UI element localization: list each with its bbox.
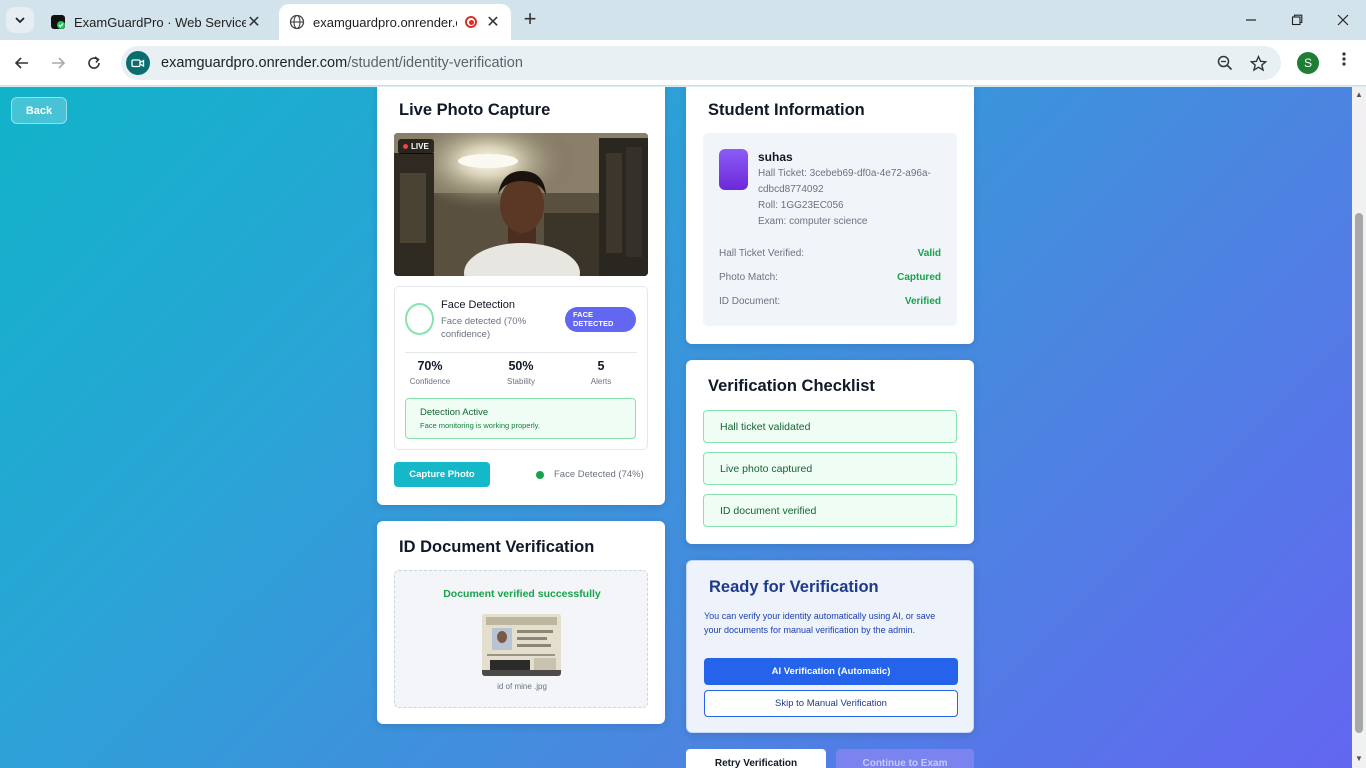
tab-examguardpro-onrender[interactable]: examguardpro.onrender.com ✕ bbox=[279, 4, 511, 40]
identity-verification-page: Back Live Photo Capture LIVE Face Detect… bbox=[0, 87, 1352, 768]
continue-to-exam-button[interactable]: Continue to Exam bbox=[836, 749, 974, 768]
detection-active-notice: Detection Active Face monitoring is work… bbox=[405, 398, 636, 439]
new-tab-button[interactable]: + bbox=[518, 8, 542, 32]
close-tab-icon[interactable]: ✕ bbox=[246, 12, 262, 32]
face-detection-panel: Face Detection Face detected (70% confid… bbox=[394, 286, 648, 450]
live-photo-card: Live Photo Capture LIVE Face Detection F… bbox=[377, 87, 665, 505]
forward-nav-button[interactable] bbox=[46, 51, 70, 75]
arrow-right-icon bbox=[52, 57, 66, 69]
id-document-card: ID Document Verification Document verifi… bbox=[377, 521, 665, 724]
id-document-thumbnail[interactable] bbox=[482, 614, 561, 676]
ready-title: Ready for Verification bbox=[709, 578, 879, 596]
checklist-item: ID document verified bbox=[703, 494, 957, 527]
stat-stability: 50% Stability bbox=[506, 359, 535, 386]
capture-status: Face Detected (74%) bbox=[536, 469, 644, 480]
face-status-ring-icon bbox=[405, 303, 434, 335]
student-info-title: Student Information bbox=[708, 101, 865, 119]
tab-title: examguardpro.onrender.com bbox=[313, 14, 457, 30]
page-scrollbar[interactable]: ▲ ▼ bbox=[1352, 87, 1366, 768]
back-button[interactable]: Back bbox=[11, 97, 67, 124]
scroll-down-arrow-icon[interactable]: ▼ bbox=[1355, 755, 1363, 763]
face-detection-subtitle: Face detected (70% confidence) bbox=[441, 316, 527, 340]
checklist-title: Verification Checklist bbox=[708, 377, 875, 395]
zoom-button[interactable] bbox=[1213, 51, 1237, 75]
minimize-icon bbox=[1246, 19, 1256, 21]
check-id-document: ID Document: Verified bbox=[719, 296, 941, 307]
stat-alerts: 5 Alerts bbox=[590, 359, 612, 386]
more-vertical-icon bbox=[1342, 52, 1346, 66]
hall-ticket-number: Hall Ticket: 3cebeb69-df0a-4e72-a96a-cdb… bbox=[758, 168, 931, 195]
restore-window-button[interactable] bbox=[1274, 0, 1320, 40]
roll-number: Roll: 1GG23EC056 bbox=[758, 200, 844, 211]
chevron-down-icon bbox=[15, 17, 25, 24]
id-document-filename: id of mine .jpg bbox=[497, 682, 547, 691]
reload-button[interactable] bbox=[82, 51, 106, 75]
id-document-title: ID Document Verification bbox=[399, 538, 595, 556]
check-hall-ticket: Hall Ticket Verified: Valid bbox=[719, 248, 941, 259]
live-badge: LIVE bbox=[398, 139, 434, 154]
camera-image bbox=[394, 133, 648, 276]
address-bar[interactable]: examguardpro.onrender.com/student/identi… bbox=[121, 46, 1281, 80]
tab-search-button[interactable] bbox=[6, 7, 34, 33]
stat-confidence: 70% Confidence bbox=[409, 359, 451, 386]
globe-icon bbox=[289, 14, 305, 30]
tab-examguardpro-web-service[interactable]: ExamGuardPro · Web Service · ✕ bbox=[40, 4, 272, 40]
scrollbar-thumb[interactable] bbox=[1355, 213, 1363, 733]
student-avatar bbox=[719, 149, 748, 190]
bookmark-button[interactable] bbox=[1246, 51, 1270, 75]
manual-verification-button[interactable]: Skip to Manual Verification bbox=[704, 690, 958, 717]
close-tab-icon[interactable]: ✕ bbox=[485, 12, 501, 32]
student-information-card: Student Information suhas Hall Ticket: 3… bbox=[686, 87, 974, 344]
minimize-window-button[interactable] bbox=[1228, 0, 1274, 40]
restore-icon bbox=[1291, 14, 1303, 26]
ai-verification-button[interactable]: AI Verification (Automatic) bbox=[704, 658, 958, 685]
live-photo-title: Live Photo Capture bbox=[399, 101, 551, 119]
url-text: examguardpro.onrender.com/student/identi… bbox=[161, 55, 523, 71]
verification-checklist-card: Verification Checklist Hall ticket valid… bbox=[686, 360, 974, 544]
browser-menu-button[interactable] bbox=[1335, 51, 1353, 75]
divider bbox=[405, 352, 637, 353]
back-nav-button[interactable] bbox=[10, 51, 34, 75]
tab-title: ExamGuardPro · Web Service · bbox=[74, 14, 246, 30]
close-window-button[interactable] bbox=[1320, 0, 1366, 40]
recording-indicator-icon bbox=[465, 16, 477, 28]
profile-avatar[interactable]: S bbox=[1297, 52, 1319, 74]
exam-name: Exam: computer science bbox=[758, 216, 868, 227]
reload-icon bbox=[88, 56, 100, 69]
tab-strip: ExamGuardPro · Web Service · ✕ examguard… bbox=[0, 0, 1366, 40]
retry-verification-button[interactable]: Retry Verification bbox=[686, 749, 826, 768]
face-detection-title: Face Detection bbox=[441, 299, 515, 311]
checklist-item: Live photo captured bbox=[703, 452, 957, 485]
id-document-status: Document verified successfully bbox=[443, 588, 601, 600]
star-icon bbox=[1249, 54, 1267, 72]
capture-photo-button[interactable]: Capture Photo bbox=[394, 462, 490, 487]
id-document-dropzone[interactable]: Document verified successfully id of min… bbox=[394, 570, 648, 708]
ready-description: You can verify your identity automatical… bbox=[704, 611, 936, 635]
browser-toolbar: examguardpro.onrender.com/student/identi… bbox=[0, 40, 1366, 86]
checklist-item: Hall ticket validated bbox=[703, 410, 957, 443]
ready-for-verification-card: Ready for Verification You can verify yo… bbox=[686, 560, 974, 733]
face-detected-badge: FACE DETECTED bbox=[565, 307, 636, 332]
status-dot-icon bbox=[536, 470, 544, 479]
arrow-left-icon bbox=[14, 57, 28, 69]
student-name: suhas bbox=[758, 150, 793, 164]
close-icon bbox=[1337, 14, 1349, 26]
student-details: suhas Hall Ticket: 3cebeb69-df0a-4e72-a9… bbox=[703, 133, 957, 326]
camera-feed: LIVE bbox=[394, 133, 648, 276]
check-photo-match: Photo Match: Captured bbox=[719, 272, 941, 283]
camera-in-use-icon[interactable] bbox=[126, 51, 150, 75]
scroll-up-arrow-icon[interactable]: ▲ bbox=[1355, 91, 1363, 99]
render-favicon-icon bbox=[51, 15, 65, 29]
zoom-out-icon bbox=[1217, 55, 1233, 71]
